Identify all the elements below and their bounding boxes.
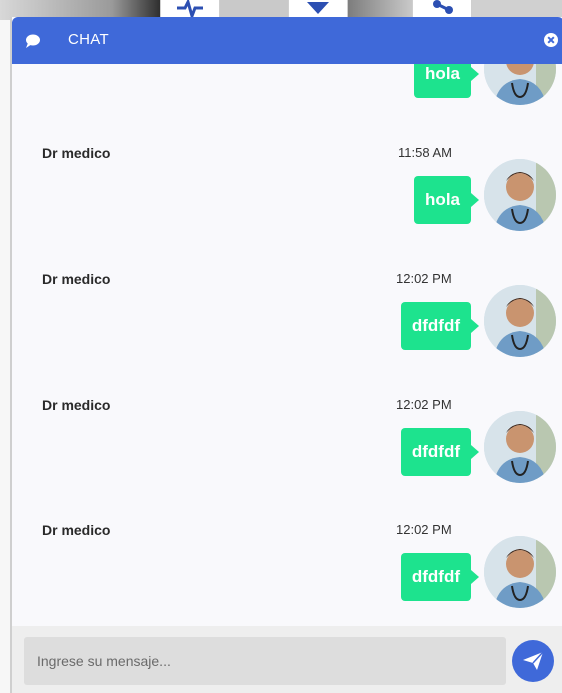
message-bubble: dfdfdf bbox=[400, 428, 480, 476]
paper-plane-icon bbox=[523, 651, 544, 670]
chat-header: CHAT bbox=[12, 17, 562, 64]
doctor-avatar bbox=[484, 411, 556, 483]
message-bubble: dfdfdf bbox=[400, 553, 480, 601]
message-item: Dr medico 12:02 PM dfdfdf bbox=[12, 255, 562, 381]
chat-composer bbox=[12, 626, 562, 693]
message-item: Dr medico 11:58 AM hola bbox=[12, 129, 562, 255]
message-input[interactable] bbox=[24, 637, 506, 685]
doctor-avatar bbox=[484, 159, 556, 231]
message-sender: Dr medico bbox=[42, 397, 111, 413]
chat-title: CHAT bbox=[68, 31, 109, 48]
message-list[interactable]: hola Dr medico 11:58 AM hola Dr medico 1… bbox=[12, 64, 562, 626]
doctor-avatar bbox=[484, 64, 556, 105]
chat-widget: CHAT hola Dr medico 11:58 AM hola Dr med… bbox=[10, 17, 562, 693]
message-bubble: dfdfdf bbox=[400, 302, 480, 350]
message-item: hola bbox=[12, 64, 562, 129]
message-time: 12:02 PM bbox=[396, 397, 452, 412]
message-sender: Dr medico bbox=[42, 271, 111, 287]
message-sender: Dr medico bbox=[42, 145, 111, 161]
message-item: Dr medico 12:02 PM dfdfdf bbox=[12, 506, 562, 626]
message-time: 12:02 PM bbox=[396, 522, 452, 537]
message-bubble: hola bbox=[414, 64, 479, 98]
chat-bubble-icon bbox=[24, 32, 42, 50]
message-sender: Dr medico bbox=[42, 522, 111, 538]
message-item: Dr medico 12:02 PM dfdfdf bbox=[12, 381, 562, 507]
message-bubble: hola bbox=[414, 176, 479, 224]
send-button[interactable] bbox=[512, 640, 554, 682]
doctor-avatar bbox=[484, 536, 556, 608]
message-time: 11:58 AM bbox=[398, 145, 452, 160]
message-time: 12:02 PM bbox=[396, 271, 452, 286]
close-icon[interactable] bbox=[544, 33, 558, 47]
doctor-avatar bbox=[484, 285, 556, 357]
